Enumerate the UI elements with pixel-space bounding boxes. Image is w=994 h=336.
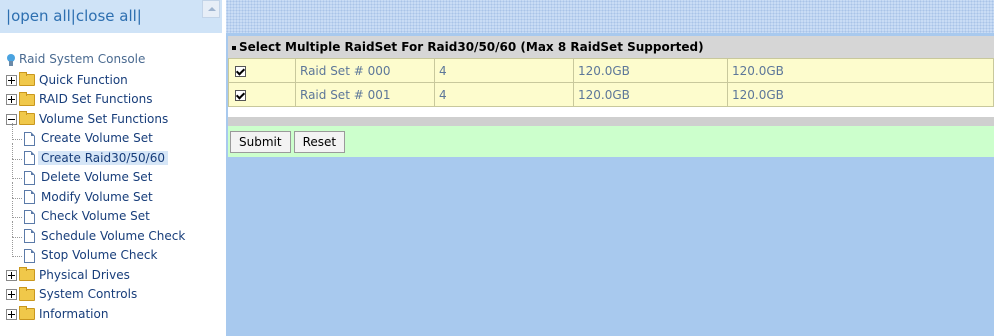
expand-icon[interactable]	[6, 74, 17, 86]
page-icon	[24, 170, 35, 185]
raidset-selection-panel: Select Multiple RaidSet For Raid30/50/60…	[228, 36, 994, 157]
tree-child-label: Modify Volume Set	[41, 189, 153, 204]
panel-title: Select Multiple RaidSet For Raid30/50/60…	[228, 36, 994, 58]
tree-item-information[interactable]: Information	[6, 305, 222, 325]
expand-icon[interactable]	[6, 94, 17, 105]
folder-icon	[19, 72, 35, 86]
tree-child-label: Stop Volume Check	[41, 248, 158, 262]
open-all-link[interactable]: open all	[11, 7, 71, 25]
page-icon	[24, 209, 35, 224]
navigation-frame: |open all|close all| Raid System Console…	[0, 0, 222, 336]
reset-button[interactable]: Reset	[293, 130, 346, 153]
tree-item-quick-function[interactable]: Quick Function	[6, 71, 222, 91]
row-select-cell	[228, 58, 296, 83]
tree-child-label: Schedule Volume Check	[41, 228, 186, 243]
disk-count-cell: 4	[434, 82, 574, 107]
folder-icon	[19, 267, 35, 281]
total-capacity-cell: 120.0GB	[573, 58, 728, 83]
tree-child-label: Create Volume Set	[41, 131, 153, 145]
tree-child-create-volume-set[interactable]: Create Volume Set	[6, 123, 222, 149]
free-capacity-cell: 120.0GB	[727, 58, 994, 83]
tree-child-modify-volume-set[interactable]: Modify Volume Set	[6, 181, 222, 208]
tree-item-physical-drives[interactable]: Physical Drives	[6, 266, 222, 286]
navigation-tree: Raid System Console Quick Function RAID …	[6, 50, 222, 324]
tree-item-raid-set-functions[interactable]: RAID Set Functions	[6, 90, 222, 110]
page-icon	[24, 131, 35, 146]
spacer	[228, 107, 994, 117]
page-icon	[24, 190, 35, 204]
free-capacity-cell: 120.0GB	[727, 82, 994, 107]
page-icon	[24, 229, 35, 243]
expand-icon[interactable]	[6, 308, 17, 320]
row-select-cell	[228, 82, 296, 107]
tree-child-delete-volume-set[interactable]: Delete Volume Set	[6, 162, 222, 188]
tree-item-label: Physical Drives	[39, 267, 130, 282]
tree-child-label: Create Raid30/50/60	[38, 150, 168, 165]
tree-child-label: Delete Volume Set	[41, 170, 153, 184]
page-icon	[24, 248, 35, 263]
expand-icon[interactable]	[6, 289, 17, 300]
open-folder-icon	[19, 111, 35, 125]
tree-item-label: RAID Set Functions	[39, 92, 153, 106]
close-all-link[interactable]: close all	[76, 7, 137, 25]
tree-item-volume-set-functions[interactable]: Volume Set Functions	[6, 110, 222, 130]
console-icon	[6, 53, 16, 66]
raidset-name-cell: Raid Set # 001	[295, 82, 435, 107]
total-capacity-cell: 120.0GB	[573, 82, 728, 107]
panel-title-text: Select Multiple RaidSet For Raid30/50/60…	[239, 40, 704, 54]
table-row: Raid Set # 001 4 120.0GB 120.0GB	[228, 82, 994, 107]
tree-child-label: Check Volume Set	[41, 209, 150, 223]
raidset-checkbox[interactable]	[235, 89, 246, 101]
tree-item-label: System Controls	[39, 287, 138, 301]
tree-item-label: Volume Set Functions	[39, 111, 169, 126]
folder-icon	[19, 91, 35, 106]
tree-item-system-controls[interactable]: System Controls	[6, 285, 222, 305]
tree-child-stop-volume-check[interactable]: Stop Volume Check	[6, 240, 222, 266]
tree-child-check-volume-set[interactable]: Check Volume Set	[6, 201, 222, 227]
scroll-up-button[interactable]	[202, 0, 220, 18]
separator: |	[136, 7, 142, 25]
content-frame: Select Multiple RaidSet For Raid30/50/60…	[226, 0, 994, 336]
tree-root-label: Raid System Console	[19, 52, 146, 66]
folder-icon	[19, 306, 35, 320]
raidset-name-cell: Raid Set # 000	[295, 58, 435, 83]
tree-toggle-links: |open all|close all|	[0, 0, 222, 33]
header-strip	[226, 0, 994, 33]
submit-button[interactable]: Submit	[230, 130, 291, 153]
tree-root[interactable]: Raid System Console	[6, 50, 222, 70]
disk-count-cell: 4	[434, 58, 574, 83]
tree-item-label: Quick Function	[39, 72, 128, 87]
tree-child-schedule-volume-check[interactable]: Schedule Volume Check	[6, 220, 222, 247]
tree-child-create-raid30-50-60[interactable]: Create Raid30/50/60	[6, 142, 222, 169]
bullet-icon	[232, 45, 236, 50]
action-bar: Submit Reset	[228, 126, 994, 157]
raidset-table: Raid Set # 000 4 120.0GB 120.0GB Raid Se…	[228, 58, 994, 107]
folder-icon	[19, 286, 35, 301]
table-row: Raid Set # 000 4 120.0GB 120.0GB	[228, 58, 994, 83]
raidset-checkbox[interactable]	[235, 65, 246, 77]
divider	[228, 117, 994, 126]
expand-icon[interactable]	[6, 269, 17, 281]
tree-item-label: Information	[39, 306, 109, 321]
page-icon	[24, 151, 35, 165]
